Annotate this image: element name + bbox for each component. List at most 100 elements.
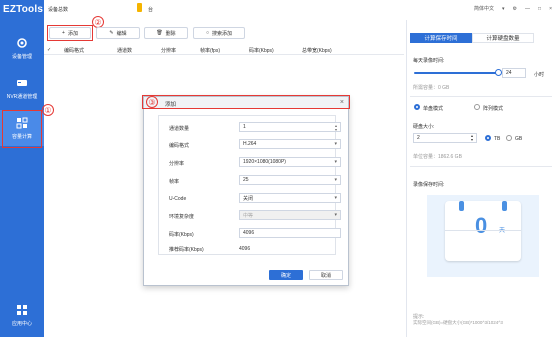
cancel-button[interactable]: 取消 (309, 270, 343, 280)
single-disk-radio[interactable] (414, 104, 420, 110)
encoding-select[interactable]: H.264 ▾ (239, 139, 341, 149)
daily-time-input[interactable]: 24 (502, 68, 526, 78)
ucode-value: 关闭 (243, 195, 254, 202)
disk-size-input[interactable]: 2 ▴ ▾ (413, 133, 477, 143)
daily-time-value: 24 (506, 70, 512, 76)
frame-rate-select[interactable]: 25 ▾ (239, 175, 341, 185)
gb-unit-label: GB (515, 136, 523, 142)
tb-unit-label: TB (494, 136, 501, 142)
chevron-down-icon: ▾ (334, 177, 337, 183)
sidebar-item-label: 应用中心 (11, 321, 32, 327)
tab-save-time[interactable]: 计算保存时间 (410, 33, 472, 43)
save-days-value: 0 (475, 213, 488, 238)
channel-count-value: 1 (243, 124, 246, 130)
sidebar-item-app-center[interactable]: 应用中心 (0, 297, 44, 333)
divider (410, 96, 552, 97)
bitrate-value: 4096 (243, 230, 255, 236)
daily-time-slider[interactable] (414, 72, 500, 74)
encoding-label: 编码格式 (169, 143, 190, 149)
disk-size-label: 硬盘大小: (413, 124, 435, 130)
highlight-box-dialog (142, 95, 350, 109)
save-days-unit: 天 (499, 228, 506, 234)
close-button[interactable]: × (549, 6, 552, 12)
slider-handle[interactable] (495, 69, 502, 76)
recommended-bitrate-value: 4096 (239, 246, 251, 252)
nvr-device-icon (15, 76, 29, 90)
recommended-bitrate-label: 推荐码率(Kbps) (169, 247, 204, 253)
annotation-3: ③ (146, 96, 158, 108)
divider (410, 166, 552, 167)
app-logo: EZTools (3, 4, 44, 15)
unit-capacity-text: 单位容量：1862.6 GB (413, 154, 462, 160)
array-mode-label: 阵列模式 (483, 106, 504, 112)
complexity-label: 环境复杂度 (169, 214, 195, 220)
gb-unit-radio[interactable] (506, 135, 512, 141)
gear-icon (15, 36, 29, 50)
column-header: 编码格式 (64, 48, 85, 54)
panel-divider (406, 20, 407, 337)
column-header: 分辨率 (161, 48, 177, 54)
frame-rate-value: 25 (243, 177, 249, 183)
channel-count-label: 通道数量 (169, 126, 190, 132)
confirm-button[interactable]: 确定 (269, 270, 303, 280)
top-bar: 设备总数 台 简体中文 ▾ ⚙ — □ × (44, 0, 558, 20)
delete-button[interactable]: 🗑 删除 (144, 27, 188, 39)
edit-button-label: 编辑 (116, 30, 127, 37)
resolution-label: 分辨率 (169, 161, 185, 167)
calendar-ring (502, 201, 507, 211)
column-header: 总带宽(Kbps) (302, 48, 332, 54)
search-add-button[interactable]: ○ 搜索添加 (193, 27, 245, 39)
chevron-down-icon: ▾ (334, 195, 337, 201)
complexity-value: 中等 (243, 212, 254, 219)
array-mode-radio[interactable] (474, 104, 480, 110)
column-header: 帧率(fps) (200, 48, 221, 54)
device-total-label: 设备总数 (48, 7, 69, 13)
window-controls: 简体中文 ▾ ⚙ — □ × (474, 5, 552, 13)
resolution-select[interactable]: 1920×1080(1080P) ▾ (239, 157, 341, 167)
pencil-icon: ✎ (109, 30, 114, 36)
chevron-down-icon: ▾ (502, 5, 505, 12)
bitrate-input[interactable]: 4096 (239, 228, 341, 238)
minimize-button[interactable]: — (525, 6, 530, 12)
channel-count-stepper[interactable]: 1 ▴ ▾ (239, 122, 341, 132)
device-unit-label: 台 (148, 7, 154, 13)
column-header: 码率(Kbps) (249, 48, 274, 54)
required-disk-text: 所需容量：0 GB (413, 85, 450, 91)
search-add-button-label: 搜索添加 (212, 30, 233, 37)
tb-unit-radio[interactable] (485, 135, 491, 141)
disk-size-value: 2 (417, 135, 420, 141)
select-all-checkbox[interactable]: ✓ (47, 47, 51, 53)
add-dialog: 添加 × 通道数量 1 ▴ ▾ 编码格式 H.264 ▾ 分辨率 1920×108… (143, 96, 349, 286)
tip-title: 提示: (413, 314, 425, 320)
stepper-arrows-icon: ▴ ▾ (470, 133, 473, 142)
device-count-badge (137, 3, 142, 12)
chevron-down-icon: ▾ (334, 159, 337, 165)
settings-icon[interactable]: ⚙ (513, 6, 517, 12)
sidebar-item-label: NVR通道管理 (6, 94, 38, 100)
search-icon: ○ (205, 30, 209, 36)
dialog-form: 通道数量 1 ▴ ▾ 编码格式 H.264 ▾ 分辨率 1920×1080(108… (158, 115, 341, 255)
daily-time-unit: 小时 (534, 72, 545, 78)
apps-grid-icon (15, 303, 29, 317)
tip-text: 实际空间(GB)=硬盘大小(GB)*1000^3/1024^3 (413, 320, 503, 325)
edit-button[interactable]: ✎ 编辑 (96, 27, 140, 39)
frame-rate-label: 帧率 (169, 179, 180, 185)
tab-disk-count[interactable]: 计算硬盘数量 (472, 33, 534, 43)
sidebar-item-device-management[interactable]: 设备管理 (0, 30, 44, 66)
ucode-select[interactable]: 关闭 ▾ (239, 193, 341, 203)
language-select[interactable]: 简体中文 (474, 5, 494, 12)
table-header: ✓ 编码格式 通道数 分辨率 帧率(fps) 码率(Kbps) 总带宽(Kbps… (44, 45, 404, 55)
bitrate-label: 码率(Kbps) (169, 232, 194, 238)
calendar-card: 0 天 (445, 201, 521, 261)
resolution-value: 1920×1080(1080P) (243, 159, 286, 165)
chevron-down-icon: ▾ (334, 141, 337, 147)
single-disk-label: 单盘模式 (423, 106, 444, 112)
maximize-button[interactable]: □ (538, 6, 541, 12)
highlight-box-add (47, 25, 93, 41)
encoding-value: H.264 (243, 141, 257, 147)
sidebar-item-nvr-channel[interactable]: NVR通道管理 (0, 70, 44, 106)
delete-button-label: 删除 (165, 30, 176, 37)
calendar-illustration: 0 天 (427, 195, 539, 277)
save-time-label: 录像保存时间: (413, 182, 445, 188)
stepper-arrows-icon: ▴ ▾ (334, 123, 337, 132)
